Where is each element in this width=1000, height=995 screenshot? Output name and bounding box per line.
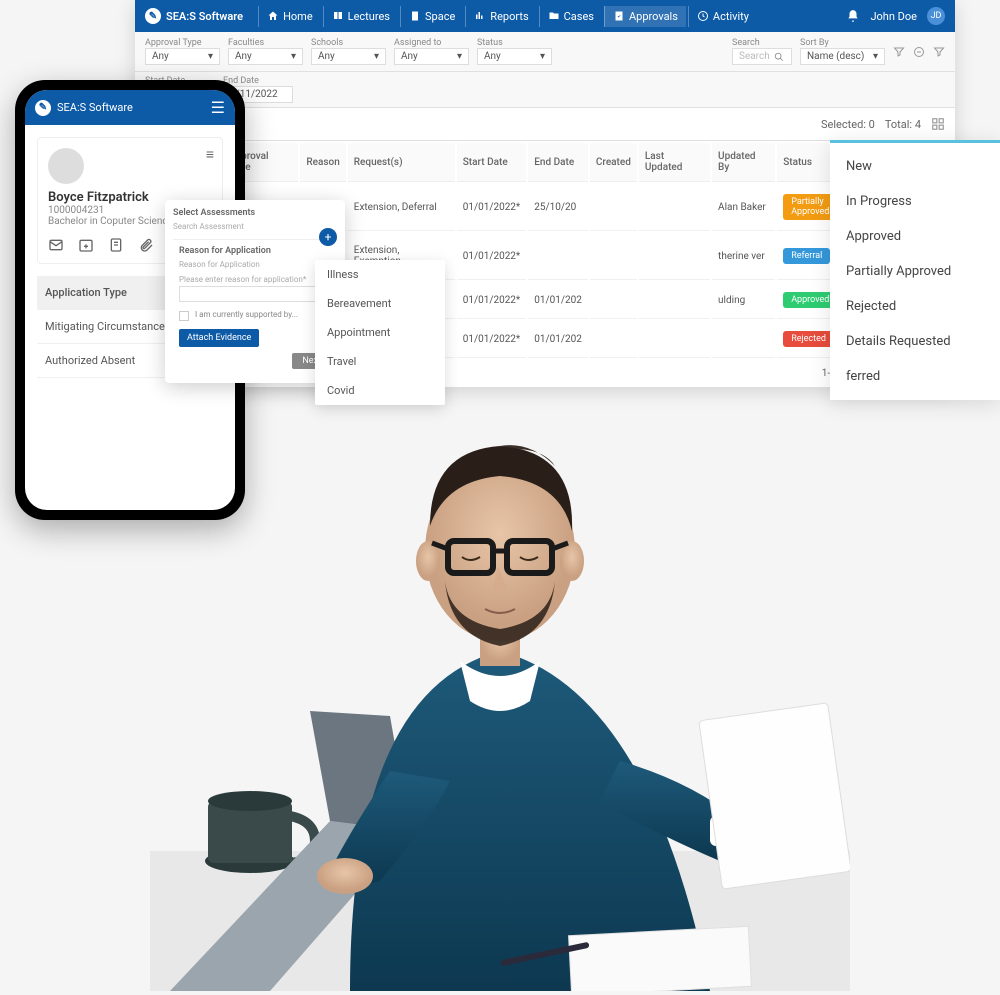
bell-icon[interactable] [846,9,860,23]
reset-filter-icon[interactable] [913,46,925,58]
profile-avatar [48,148,84,184]
grid-icon[interactable] [931,117,945,131]
filter-status: StatusAny▾ [477,38,552,65]
total-count: Total: 4 [885,118,921,131]
note-icon[interactable] [108,237,124,253]
status-option[interactable]: New [830,149,1000,184]
status-option[interactable]: ferred [830,359,1000,394]
card-menu-icon[interactable]: ≡ [206,146,214,163]
filter-faculties: FacultiesAny▾ [228,38,303,65]
nav-reports[interactable]: Reports [465,6,536,27]
clock-icon [697,10,709,22]
status-option[interactable]: Approved [830,219,1000,254]
status-option[interactable]: Partially Approved [830,254,1000,289]
nav-lectures[interactable]: Lectures [323,6,398,27]
filter-sort: Sort ByName (desc)▾ [800,38,885,65]
check-icon [613,10,625,22]
filter-approval-type: Approval TypeAny▾ [145,38,220,65]
attachment-icon[interactable] [138,237,154,253]
person-photo [150,291,850,991]
search-icon [774,52,784,62]
phone-menu-icon[interactable]: ☰ [211,98,225,117]
book-icon [332,10,344,22]
nav-cases[interactable]: Cases [539,6,602,27]
filter-schools: SchoolsAny▾ [311,38,386,65]
date-bar: Start Date9/11/2022 End Date9/11/2022 [135,72,955,108]
status-option[interactable]: Rejected [830,289,1000,324]
panel-header: Select Assessments [173,208,337,218]
search-input[interactable]: Search [732,48,792,65]
selected-count: Selected: 0 [821,118,875,131]
nav-activity[interactable]: Activity [688,6,757,27]
phone-logo-icon: ✎ [35,100,51,116]
status-list-card: NewIn ProgressApprovedPartially Approved… [830,140,1000,400]
status-option[interactable]: Details Requested [830,324,1000,359]
filter-icon-2[interactable] [933,46,945,58]
add-assessment-button[interactable]: + [319,228,337,246]
chart-icon [474,10,486,22]
status-badge: Referral [783,248,830,264]
filter-icon[interactable] [893,46,905,58]
app-logo: ✎ SEA:S Software [145,8,243,24]
nav-home[interactable]: Home [258,6,321,27]
user-avatar[interactable]: JD [927,7,945,25]
home-icon [267,10,279,22]
main-nav: Home Lectures Space Reports Cases Approv… [258,6,846,27]
status-option[interactable]: In Progress [830,184,1000,219]
mail-icon[interactable] [48,237,64,253]
topbar-right: John Doe JD [846,7,945,25]
nav-space[interactable]: Space [400,6,463,27]
folder-icon [548,10,560,22]
filter-assigned: Assigned toAny▾ [394,38,469,65]
user-name[interactable]: John Doe [870,10,917,23]
nav-approvals[interactable]: Approvals [604,6,686,27]
logo-icon: ✎ [145,8,161,24]
brand-name: SEA:S Software [166,10,243,23]
topbar: ✎ SEA:S Software Home Lectures Space Rep… [135,0,955,32]
filter-bar: Approval TypeAny▾ FacultiesAny▾ SchoolsA… [135,32,955,72]
building-icon [409,10,421,22]
reason-option[interactable]: Illness [315,260,445,289]
calendar-add-icon[interactable] [78,237,94,253]
filter-search: SearchSearch [732,38,792,65]
action-toolbar: Selected: 0 Total: 4 [135,108,955,141]
phone-topbar: ✎ SEA:S Software ☰ [25,90,235,125]
